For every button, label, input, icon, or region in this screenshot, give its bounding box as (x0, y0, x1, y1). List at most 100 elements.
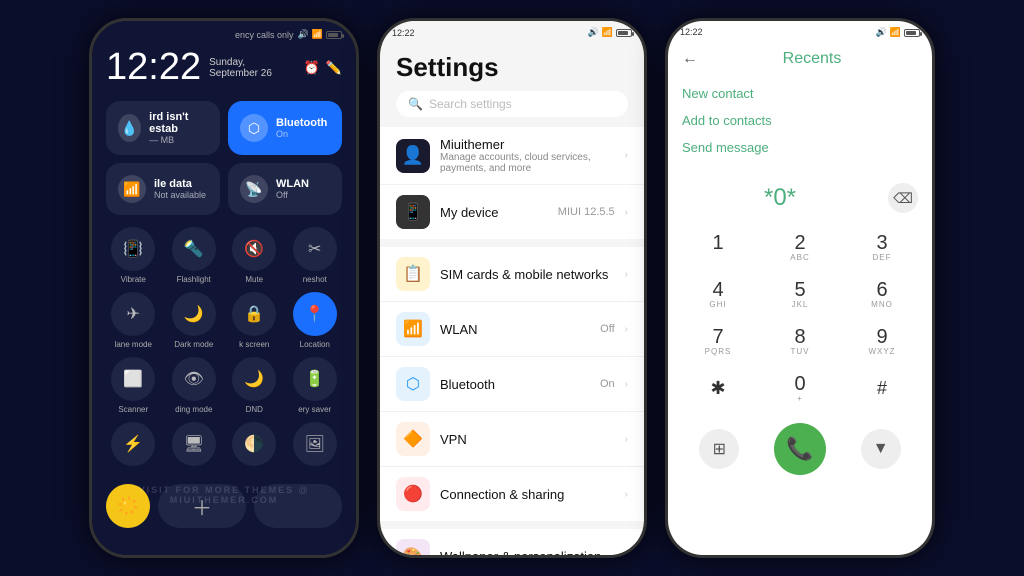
brightness-btn[interactable]: ☀️ (106, 484, 150, 528)
p1-status-bar: ency calls only 🔊 📶 (92, 21, 356, 42)
location-icon: 📍 (293, 292, 337, 336)
mute-btn[interactable]: 🔇 Mute (227, 227, 282, 284)
key-1[interactable]: 1 (678, 225, 758, 270)
p3-status-icons: 🔊 📶 (876, 27, 920, 38)
add-to-contacts-link[interactable]: Add to contacts (682, 107, 918, 134)
reading-btn[interactable]: 👁 ding mode (167, 357, 222, 414)
eye-icon: 🌗 (232, 422, 276, 466)
p1-icons-row1: 📳 Vibrate 🔦 Flashlight 🔇 Mute ✂ neshot (92, 223, 356, 288)
device-item[interactable]: 📱 My device MIUI 12.5.5 › (380, 185, 644, 239)
wlan-item[interactable]: 📶 WLAN Off › (380, 302, 644, 357)
scanner-btn[interactable]: ⬜ Scanner (106, 357, 161, 414)
display-btn[interactable]: 🖥 (167, 422, 222, 466)
device-icon: 📱 (396, 195, 430, 229)
lockscreen-icon: 🔒 (232, 292, 276, 336)
wall-chevron: › (625, 551, 628, 556)
vpn-chevron: › (625, 434, 628, 445)
eye-btn[interactable]: 🌗 (227, 422, 282, 466)
account-section: 👤 Miuithemer Manage accounts, cloud serv… (380, 127, 644, 239)
settings-search[interactable]: 🔍 Search settings (396, 91, 628, 117)
p1-tile-mobile-data[interactable]: 📶 ile data Not available (106, 163, 220, 215)
phone-1: ency calls only 🔊 📶 12:22 Sunday, Septem… (89, 18, 359, 558)
wlan-icon: 📡 (240, 175, 268, 203)
key-3[interactable]: 3 DEF (842, 225, 922, 270)
p3-keypad: 1 2 ABC 3 DEF 4 GHI 5 JKL 6 MNO (668, 221, 932, 415)
lockscreen-btn[interactable]: 🔒 k screen (227, 292, 282, 349)
picture-btn[interactable]: 🖼 (288, 422, 343, 466)
account-item[interactable]: 👤 Miuithemer Manage accounts, cloud serv… (380, 127, 644, 185)
screenshot-btn[interactable]: ✂ neshot (288, 227, 343, 284)
device-text: My device (440, 205, 548, 220)
flashlight-btn[interactable]: 🔦 Flashlight (167, 227, 222, 284)
p1-bottom-bar: ☀️ ＋ (92, 474, 356, 538)
key-4[interactable]: 4 GHI (678, 272, 758, 317)
scanner-icon: ⬜ (111, 357, 155, 401)
key-star[interactable]: ✱ (678, 366, 758, 411)
back-btn[interactable]: ← (682, 50, 698, 68)
reading-icon: 👁 (172, 357, 216, 401)
data-icon: 💧 (118, 114, 141, 142)
p3-battery (904, 29, 920, 37)
vibrate-btn[interactable]: 📳 Vibrate (106, 227, 161, 284)
account-icon: 👤 (396, 139, 430, 173)
airplane-btn[interactable]: ✈ lane mode (106, 292, 161, 349)
battery-icon (326, 31, 342, 39)
key-7[interactable]: 7 PQRS (678, 319, 758, 364)
sim-item[interactable]: 📋 SIM cards & mobile networks › (380, 247, 644, 302)
backspace-btn[interactable]: ⌫ (888, 183, 918, 213)
key-5[interactable]: 5 JKL (760, 272, 840, 317)
flashlight-icon: 🔦 (172, 227, 216, 271)
bolt-btn[interactable]: ⚡ (106, 422, 161, 466)
slider[interactable] (254, 484, 342, 528)
personalization-section: 🎨 Wallpaper & personalization › 🔵 Always… (380, 529, 644, 555)
p1-status-icons: 🔊 📶 (298, 29, 342, 40)
mobile-data-icon: 📶 (118, 175, 146, 203)
apps-btn[interactable]: ⊞ (699, 429, 739, 469)
vpn-item[interactable]: 🔶 VPN › (380, 412, 644, 467)
key-0[interactable]: 0 + (760, 366, 840, 411)
p1-tile-bluetooth[interactable]: ⬡ Bluetooth On (228, 101, 342, 155)
bluetooth-settings-icon: ⬡ (396, 367, 430, 401)
wallpaper-icon: 🎨 (396, 539, 430, 555)
airplane-icon: ✈ (111, 292, 155, 336)
call-btn[interactable]: 📞 (774, 423, 826, 475)
p1-tile-wlan[interactable]: 📡 WLAN Off (228, 163, 342, 215)
sim-icon: 📋 (396, 257, 430, 291)
dnd-icon: 🌙 (232, 357, 276, 401)
bluetooth-item[interactable]: ⬡ Bluetooth On › (380, 357, 644, 412)
picture-icon: 🖼 (293, 422, 337, 466)
key-8[interactable]: 8 TUV (760, 319, 840, 364)
p1-tile-data[interactable]: 💧 ird isn't estab — MB (106, 101, 220, 155)
screenshot-icon: ✂ (293, 227, 337, 271)
sim-chevron: › (625, 269, 628, 280)
new-contact-link[interactable]: New contact (682, 80, 918, 107)
key-9[interactable]: 9 WXYZ (842, 319, 922, 364)
key-2[interactable]: 2 ABC (760, 225, 840, 270)
p1-quick-tiles: 💧 ird isn't estab — MB ⬡ Bluetooth On 📶 … (92, 93, 356, 223)
connection-item[interactable]: 🔴 Connection & sharing › (380, 467, 644, 521)
p2-battery (616, 29, 632, 37)
p2-status-icons: 🔊 📶 (588, 27, 632, 38)
location-btn[interactable]: 📍 Location (288, 292, 343, 349)
phone-3: 12:22 🔊 📶 ← Recents New contact Add to c… (665, 18, 935, 558)
wlan-icon: 📶 (396, 312, 430, 346)
battery-saver-btn[interactable]: 🔋 ery saver (288, 357, 343, 414)
add-btn[interactable]: ＋ (158, 484, 246, 528)
darkmode-btn[interactable]: 🌙 Dark mode (167, 292, 222, 349)
key-6[interactable]: 6 MNO (842, 272, 922, 317)
p3-status-bar: 12:22 🔊 📶 (668, 21, 932, 44)
darkmode-icon: 🌙 (172, 292, 216, 336)
voicemail-btn[interactable]: ▼ (861, 429, 901, 469)
battery-saver-icon: 🔋 (293, 357, 337, 401)
vpn-icon: 🔶 (396, 422, 430, 456)
dnd-btn[interactable]: 🌙 DND (227, 357, 282, 414)
mute-icon: 🔇 (232, 227, 276, 271)
key-hash[interactable]: # (842, 366, 922, 411)
send-message-link[interactable]: Send message (682, 134, 918, 161)
phone-2: 12:22 🔊 📶 Settings 🔍 Search settings 👤 M… (377, 18, 647, 558)
display-icon: 🖥 (172, 422, 216, 466)
wallpaper-item[interactable]: 🎨 Wallpaper & personalization › (380, 529, 644, 555)
chevron-icon: › (625, 150, 628, 161)
search-placeholder: Search settings (429, 97, 512, 111)
p1-time: 12:22 (106, 46, 201, 89)
